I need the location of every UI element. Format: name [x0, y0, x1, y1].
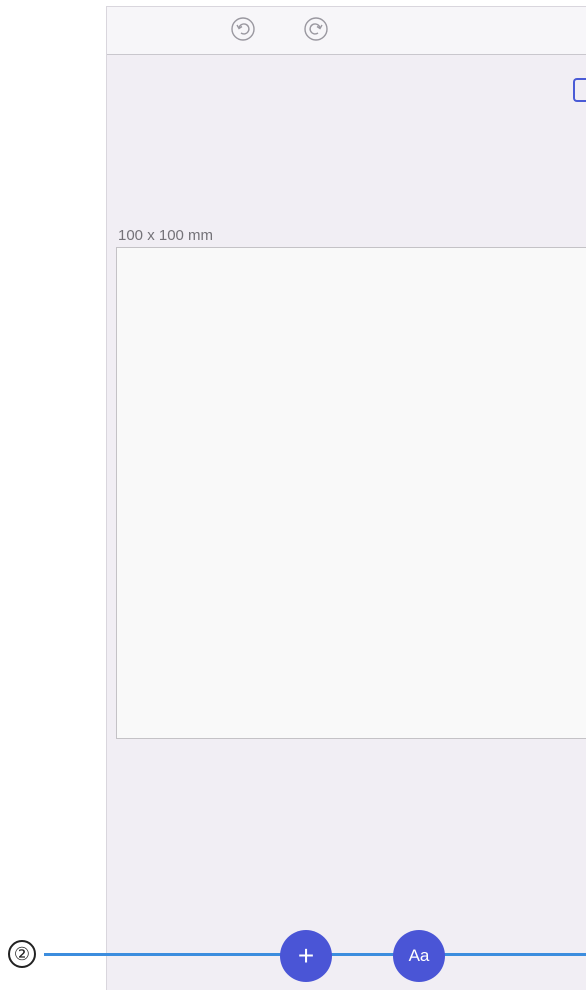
app-screen: 100 x 100 mm: [106, 6, 586, 990]
text-button[interactable]: Aa: [393, 930, 445, 982]
undo-icon: [231, 17, 255, 41]
label-canvas[interactable]: [116, 247, 586, 739]
instruction-page: 100 x 100 mm ② + Aa: [0, 0, 586, 990]
top-toolbar: [107, 7, 586, 55]
redo-icon: [304, 17, 328, 41]
callout-number: ②: [8, 940, 36, 968]
redo-button[interactable]: [301, 14, 331, 44]
add-object-button[interactable]: +: [280, 930, 332, 982]
undo-button[interactable]: [228, 14, 258, 44]
canvas-size-label: 100 x 100 mm: [118, 227, 214, 244]
panel-toggle-icon[interactable]: [573, 78, 586, 102]
